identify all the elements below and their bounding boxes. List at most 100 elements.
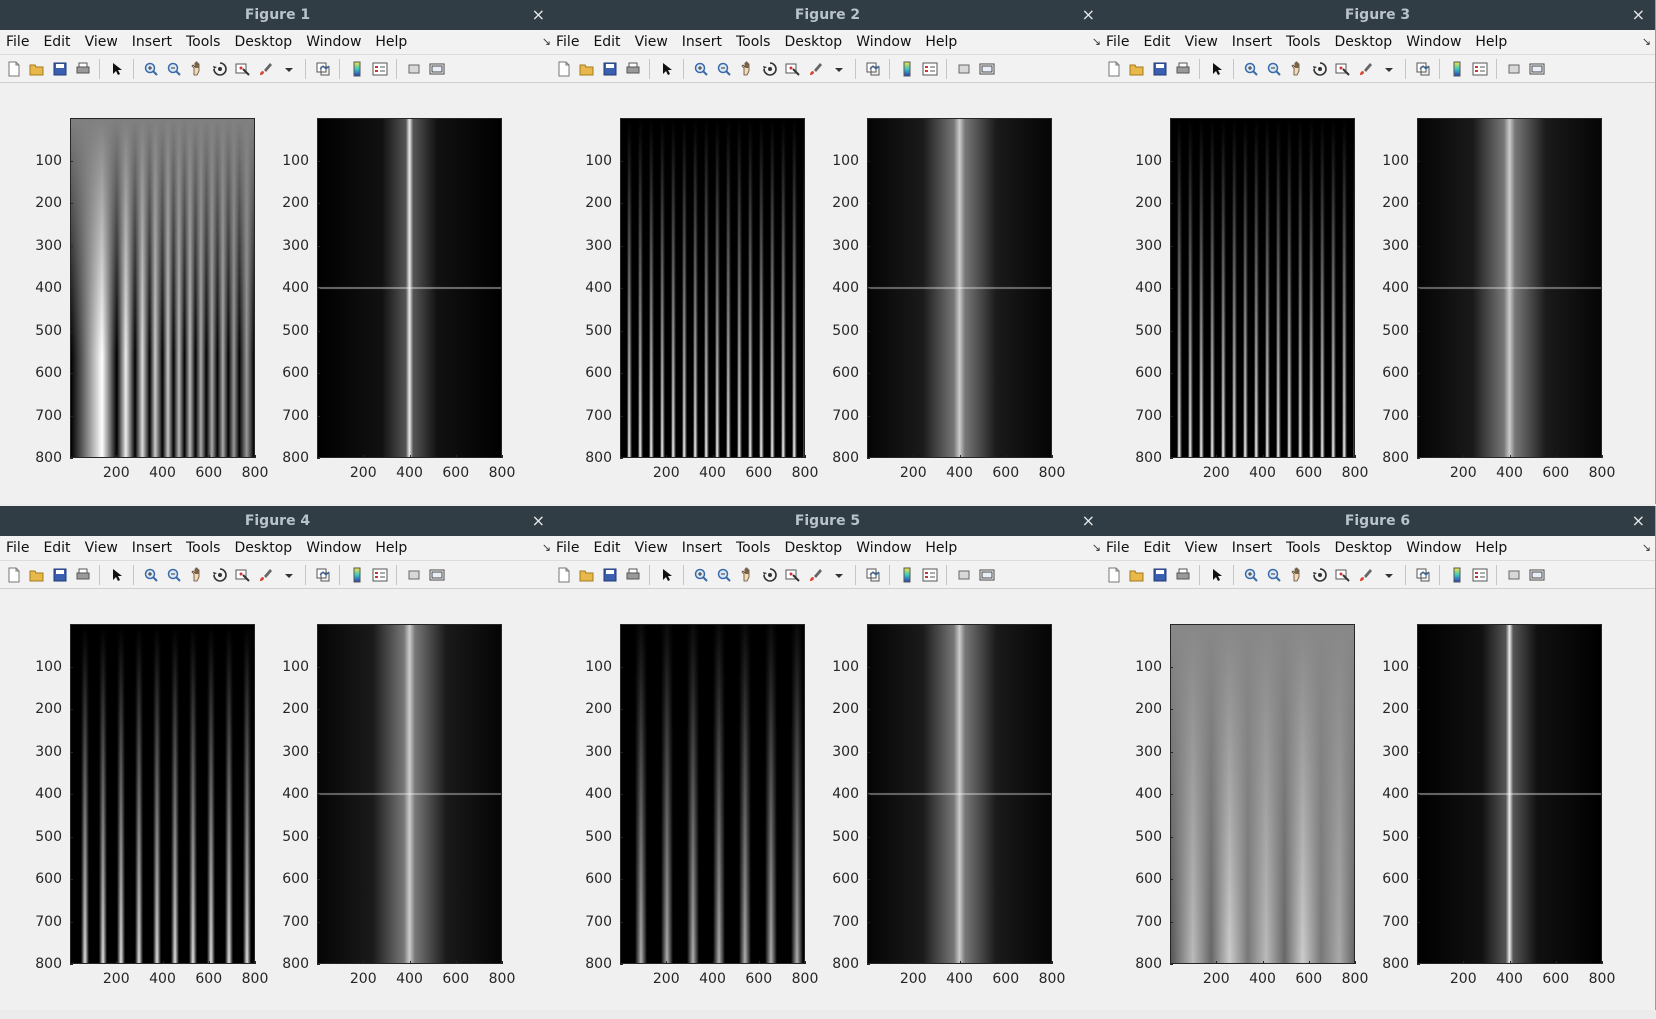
new-figure-icon[interactable] [1106,61,1122,77]
insert-colorbar-icon[interactable] [349,61,365,77]
rotate-3d-icon[interactable] [762,61,778,77]
menu-item-view[interactable]: View [80,536,118,560]
show-plot-tools-icon[interactable] [1529,61,1545,77]
rotate-3d-icon[interactable] [762,567,778,583]
figure-titlebar[interactable]: Figure 2 × [550,0,1105,30]
menu-item-view[interactable]: View [80,30,118,54]
menu-item-tools[interactable]: Tools [1281,30,1321,54]
insert-legend-icon[interactable] [1472,567,1488,583]
insert-colorbar-icon[interactable] [1449,567,1465,583]
zoom-in-icon[interactable] [693,61,709,77]
dock-figure-icon[interactable]: ↘ [1642,536,1651,560]
image-axes-right[interactable]: 100 200 300 400 500 600 700 800 200 400 600 800 [1382,624,1615,987]
data-cursor-icon[interactable] [235,61,251,77]
link-plot-icon[interactable] [865,567,881,583]
edit-plot-arrow-icon[interactable] [109,567,125,583]
menu-item-desktop[interactable]: Desktop [1329,30,1392,54]
open-file-icon[interactable] [579,567,595,583]
show-plot-tools-icon[interactable] [1529,567,1545,583]
edit-plot-arrow-icon[interactable] [109,61,125,77]
insert-colorbar-icon[interactable] [899,61,915,77]
insert-colorbar-icon[interactable] [349,567,365,583]
save-icon[interactable] [602,61,618,77]
menu-item-insert[interactable]: Insert [1227,536,1272,560]
brush-dropdown-icon[interactable] [831,61,847,77]
pan-hand-icon[interactable] [189,61,205,77]
figure-titlebar[interactable]: Figure 6 × [1100,506,1655,536]
open-file-icon[interactable] [1129,61,1145,77]
print-icon[interactable] [75,61,91,77]
open-file-icon[interactable] [29,567,45,583]
menu-item-insert[interactable]: Insert [677,30,722,54]
save-icon[interactable] [1152,61,1168,77]
rotate-3d-icon[interactable] [1312,61,1328,77]
rotate-3d-icon[interactable] [1312,567,1328,583]
menu-item-edit[interactable]: Edit [588,536,620,560]
menu-item-edit[interactable]: Edit [1138,30,1170,54]
brush-dropdown-icon[interactable] [1381,567,1397,583]
zoom-in-icon[interactable] [1243,61,1259,77]
brush-icon[interactable] [258,567,274,583]
close-icon[interactable]: × [1632,506,1645,536]
pan-hand-icon[interactable] [739,61,755,77]
close-icon[interactable]: × [532,506,545,536]
insert-legend-icon[interactable] [372,61,388,77]
menu-item-file[interactable]: File [550,30,579,54]
brush-dropdown-icon[interactable] [281,567,297,583]
hide-plot-tools-icon[interactable] [406,61,422,77]
menu-item-file[interactable]: File [550,536,579,560]
open-file-icon[interactable] [29,61,45,77]
menu-item-desktop[interactable]: Desktop [779,30,842,54]
menu-item-help[interactable]: Help [920,536,957,560]
image-axes-left[interactable]: 100 200 300 400 500 600 700 800 200 400 600 800 [585,624,818,987]
brush-icon[interactable] [258,61,274,77]
menu-item-edit[interactable]: Edit [588,30,620,54]
brush-icon[interactable] [808,61,824,77]
figure-titlebar[interactable]: Figure 5 × [550,506,1105,536]
link-plot-icon[interactable] [1415,61,1431,77]
data-cursor-icon[interactable] [1335,567,1351,583]
figure-titlebar[interactable]: Figure 4 × [0,506,555,536]
save-icon[interactable] [52,567,68,583]
menu-item-edit[interactable]: Edit [38,536,70,560]
menu-item-tools[interactable]: Tools [181,30,221,54]
edit-plot-arrow-icon[interactable] [1209,567,1225,583]
data-cursor-icon[interactable] [235,567,251,583]
menu-item-window[interactable]: Window [301,30,361,54]
menu-item-help[interactable]: Help [1470,536,1507,560]
insert-legend-icon[interactable] [1472,61,1488,77]
image-axes-right[interactable]: 100 200 300 400 500 600 700 800 200 400 600 800 [832,624,1065,987]
zoom-in-icon[interactable] [693,567,709,583]
open-file-icon[interactable] [1129,567,1145,583]
menu-item-insert[interactable]: Insert [127,536,172,560]
rotate-3d-icon[interactable] [212,61,228,77]
menu-item-help[interactable]: Help [920,30,957,54]
new-figure-icon[interactable] [1106,567,1122,583]
insert-colorbar-icon[interactable] [1449,61,1465,77]
image-axes-right[interactable]: 100 200 300 400 500 600 700 800 200 400 600 800 [832,118,1065,481]
zoom-out-icon[interactable] [716,567,732,583]
menu-item-help[interactable]: Help [370,536,407,560]
hide-plot-tools-icon[interactable] [956,567,972,583]
image-axes-left[interactable]: 100 200 300 400 500 600 700 800 200 400 600 800 [585,118,818,481]
edit-plot-arrow-icon[interactable] [659,567,675,583]
link-plot-icon[interactable] [315,61,331,77]
edit-plot-arrow-icon[interactable] [1209,61,1225,77]
menu-item-window[interactable]: Window [1401,536,1461,560]
hide-plot-tools-icon[interactable] [1506,61,1522,77]
zoom-in-icon[interactable] [1243,567,1259,583]
print-icon[interactable] [75,567,91,583]
close-icon[interactable]: × [1082,0,1095,30]
menu-item-file[interactable]: File [0,536,29,560]
close-icon[interactable]: × [1082,506,1095,536]
new-figure-icon[interactable] [556,567,572,583]
menu-item-insert[interactable]: Insert [1227,30,1272,54]
menu-item-help[interactable]: Help [1470,30,1507,54]
zoom-out-icon[interactable] [166,61,182,77]
brush-dropdown-icon[interactable] [1381,61,1397,77]
zoom-out-icon[interactable] [1266,61,1282,77]
insert-legend-icon[interactable] [922,567,938,583]
menu-item-file[interactable]: File [0,30,29,54]
figure-titlebar[interactable]: Figure 1 × [0,0,555,30]
show-plot-tools-icon[interactable] [429,61,445,77]
